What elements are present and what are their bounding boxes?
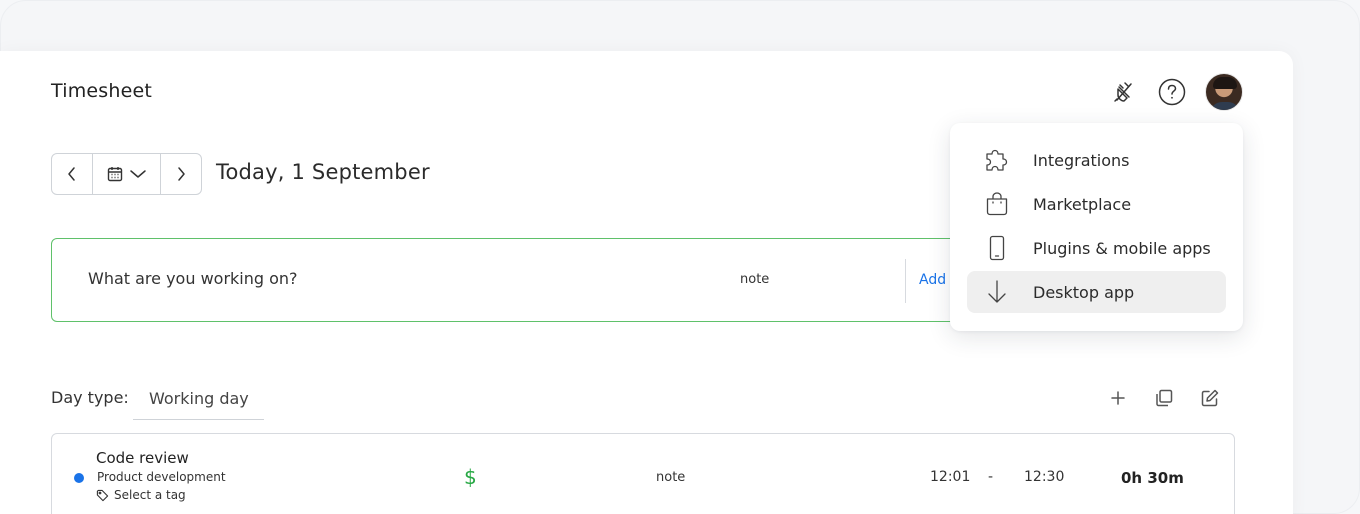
time-entry-row[interactable]: Code review Product development Select a…	[51, 433, 1235, 514]
menu-item-desktop-app[interactable]: Desktop app	[967, 271, 1226, 313]
add-entry-button[interactable]	[1102, 384, 1134, 412]
day-type-label: Day type:	[51, 388, 129, 407]
puzzle-icon	[981, 144, 1013, 176]
download-arrow-icon	[981, 276, 1013, 308]
tag-label: Select a tag	[114, 488, 186, 502]
menu-item-marketplace[interactable]: Marketplace	[967, 183, 1226, 225]
divider	[905, 259, 906, 303]
tag-selector[interactable]: Select a tag	[96, 488, 186, 502]
copy-icon	[1156, 389, 1173, 407]
time-separator: -	[988, 469, 994, 485]
edit-entries-button[interactable]	[1194, 384, 1226, 412]
plus-icon	[1111, 391, 1125, 405]
menu-item-label: Desktop app	[1033, 282, 1135, 302]
calendar-icon	[107, 167, 122, 182]
plug-icon	[1114, 82, 1132, 102]
shopping-bag-icon	[981, 188, 1013, 220]
chevron-down-icon	[129, 170, 146, 178]
previous-day-button[interactable]	[52, 154, 93, 194]
day-type-select[interactable]: Working day	[133, 380, 264, 420]
avatar-shirt	[1210, 102, 1240, 110]
integrations-dropdown-menu: Integrations Marketplace Plugins & mobil…	[950, 123, 1243, 331]
entry-actions	[1102, 384, 1226, 412]
entry-note-field[interactable]: note	[740, 272, 769, 287]
user-avatar[interactable]	[1205, 73, 1243, 111]
end-time[interactable]: 12:30	[1024, 469, 1064, 485]
help-icon	[1158, 78, 1186, 106]
menu-item-integrations[interactable]: Integrations	[967, 139, 1226, 181]
menu-item-label: Marketplace	[1033, 194, 1132, 214]
edit-icon	[1201, 389, 1219, 407]
add-button[interactable]: Add	[919, 272, 946, 288]
date-navigator	[51, 153, 202, 195]
entry-project[interactable]: Product development	[97, 470, 226, 484]
avatar-hair	[1213, 77, 1237, 89]
mobile-phone-icon	[981, 232, 1013, 264]
entry-duration[interactable]: 0h 30m	[1121, 469, 1184, 487]
next-day-button[interactable]	[161, 154, 201, 194]
page-title: Timesheet	[51, 80, 153, 102]
entry-note[interactable]: note	[656, 470, 685, 485]
menu-item-plugins-mobile-apps[interactable]: Plugins & mobile apps	[967, 227, 1226, 269]
menu-item-label: Integrations	[1033, 150, 1130, 170]
start-time[interactable]: 12:01	[930, 469, 970, 485]
chevron-right-icon	[178, 167, 185, 181]
project-color-dot	[74, 473, 84, 483]
integrations-plug-button[interactable]	[1108, 74, 1140, 110]
help-button[interactable]	[1156, 74, 1188, 110]
current-date-label: Today, 1 September	[216, 160, 430, 184]
copy-entries-button[interactable]	[1148, 384, 1180, 412]
menu-item-label: Plugins & mobile apps	[1033, 238, 1211, 258]
description-input[interactable]	[88, 269, 688, 288]
tag-icon	[96, 489, 109, 501]
chevron-left-icon	[68, 167, 75, 181]
billable-toggle[interactable]: $	[464, 465, 477, 489]
calendar-picker-button[interactable]	[93, 154, 161, 194]
top-toolbar	[1108, 73, 1243, 111]
entry-description[interactable]: Code review	[96, 449, 189, 467]
